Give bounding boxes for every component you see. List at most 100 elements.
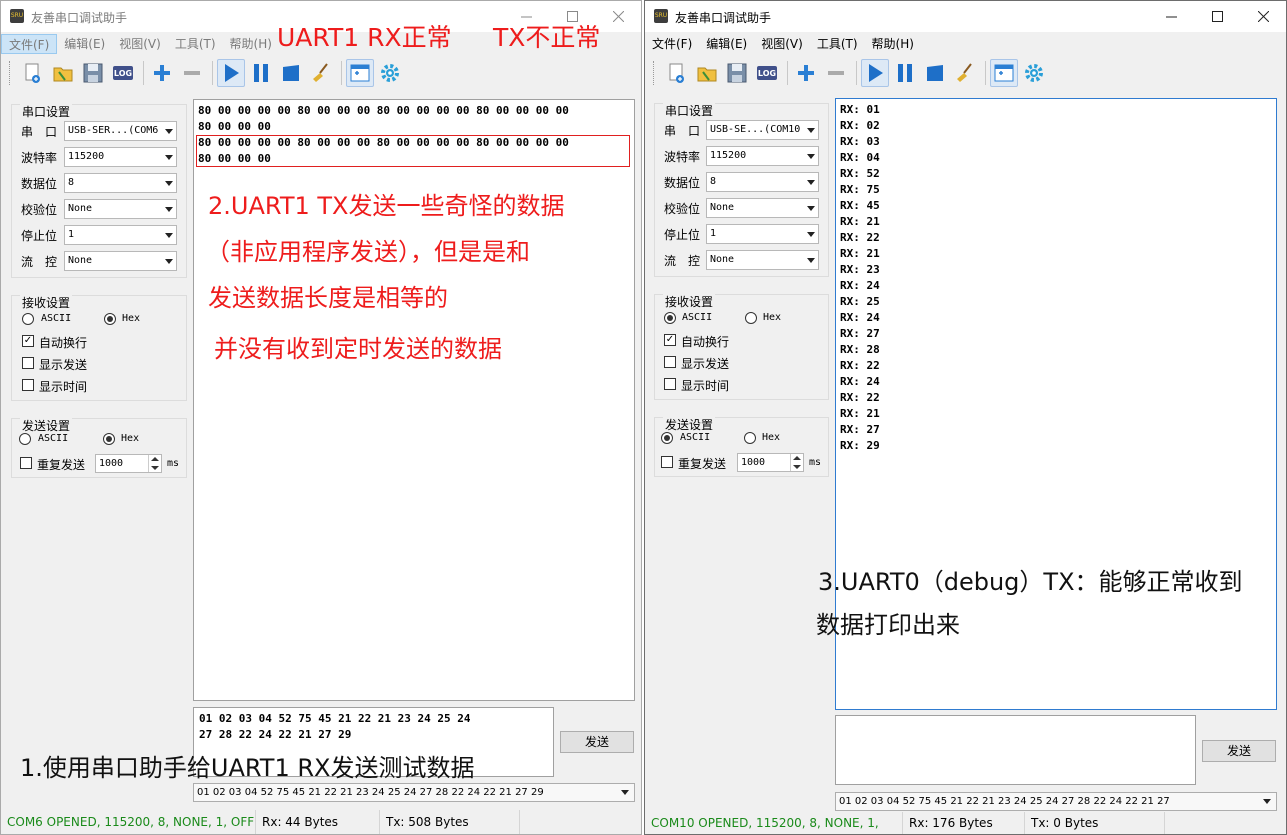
status-bar: COM6 OPENED, 115200, 8, NONE, 1, OFF Rx:… <box>1 810 641 834</box>
history-select[interactable]: 01 02 03 04 52 75 45 21 22 21 23 24 25 2… <box>835 792 1277 811</box>
plus-icon[interactable] <box>148 59 176 87</box>
send-button[interactable]: 发送 <box>560 731 634 753</box>
rx-line: RX: 21 <box>840 247 880 260</box>
left-serial-window: SRU 友善串口调试助手 文件(F) 编辑(E) 视图(V) 工具(T) 帮助(… <box>0 0 642 835</box>
log-icon[interactable]: LOG <box>753 59 781 87</box>
rx-line: RX: 27 <box>840 423 880 436</box>
flow-select[interactable]: None <box>64 251 177 271</box>
toolbar: LOG <box>1 56 641 90</box>
layout-icon[interactable] <box>990 59 1018 87</box>
autowrap-checkbox[interactable]: ✓ <box>664 334 676 346</box>
history-value: 01 02 03 04 52 75 45 21 22 21 23 24 25 2… <box>197 787 544 798</box>
databits-select[interactable]: 8 <box>706 172 819 192</box>
baud-select[interactable]: 115200 <box>706 146 819 166</box>
rx-count: Rx: 176 Bytes <box>903 812 1025 834</box>
rx-line: RX: 21 <box>840 215 880 228</box>
menu-view[interactable]: 视图(V) <box>112 34 168 54</box>
plus-icon[interactable] <box>792 59 820 87</box>
new-file-icon[interactable] <box>663 59 691 87</box>
menu-file[interactable]: 文件(F) <box>1 34 58 54</box>
minus-icon[interactable] <box>178 59 206 87</box>
tx-count: Tx: 0 Bytes <box>1025 812 1165 834</box>
menu-tools[interactable]: 工具(T) <box>810 34 865 54</box>
repeat-send-label: 重复发送 <box>678 457 727 471</box>
port-select[interactable]: USB-SE...(COM10 <box>706 120 819 140</box>
recv-hex-label: Hex <box>122 313 141 324</box>
open-folder-icon[interactable] <box>693 59 721 87</box>
menu-edit[interactable]: 编辑(E) <box>699 34 754 54</box>
close-button[interactable] <box>1240 1 1286 32</box>
stopbits-select[interactable]: 1 <box>706 224 819 244</box>
stop-icon[interactable] <box>277 59 305 87</box>
menu-tools[interactable]: 工具(T) <box>168 34 223 54</box>
stop-icon[interactable] <box>921 59 949 87</box>
show-send-checkbox[interactable] <box>664 356 676 368</box>
interval-spinbox[interactable]: 1000 <box>95 454 162 473</box>
stopbits-select[interactable]: 1 <box>64 225 177 245</box>
annotation-note2-line3: 发送数据长度是相等的 <box>208 284 448 312</box>
group-title: 发送设置 <box>20 417 73 434</box>
settings-gear-icon[interactable] <box>376 59 404 87</box>
save-icon[interactable] <box>79 59 107 87</box>
play-icon[interactable] <box>861 59 889 87</box>
close-button[interactable] <box>595 1 641 32</box>
menu-file[interactable]: 文件(F) <box>645 34 699 54</box>
recv-ascii-radio[interactable] <box>22 313 34 325</box>
minus-icon[interactable] <box>822 59 850 87</box>
repeat-send-checkbox[interactable] <box>661 456 673 468</box>
port-select[interactable]: USB-SER...(COM6 <box>64 121 177 141</box>
history-value: 01 02 03 04 52 75 45 21 22 21 23 24 25 2… <box>839 796 1170 807</box>
pause-icon[interactable] <box>891 59 919 87</box>
title-bar[interactable]: SRU 友善串口调试助手 <box>645 1 1286 32</box>
send-hex-radio[interactable] <box>103 433 115 445</box>
layout-icon[interactable] <box>346 59 374 87</box>
show-send-checkbox[interactable] <box>22 357 34 369</box>
history-select[interactable]: 01 02 03 04 52 75 45 21 22 21 23 24 25 2… <box>193 783 635 802</box>
rx-line: RX: 75 <box>840 183 880 196</box>
rx-line: RX: 28 <box>840 343 880 356</box>
rx-count: Rx: 44 Bytes <box>256 810 380 834</box>
recv-hex-radio[interactable] <box>104 313 116 325</box>
repeat-send-checkbox[interactable] <box>20 457 32 469</box>
menu-view[interactable]: 视图(V) <box>754 34 810 54</box>
toolbar-grip <box>9 61 13 85</box>
broom-icon[interactable] <box>307 59 335 87</box>
play-icon[interactable] <box>217 59 245 87</box>
rx-line: RX: 02 <box>840 119 880 132</box>
send-content: 01 02 03 04 52 75 45 21 22 21 23 24 25 2… <box>194 708 553 746</box>
flow-select[interactable]: None <box>706 250 819 270</box>
send-hex-radio[interactable] <box>744 432 756 444</box>
stopbits-label: 停止位 <box>664 228 701 242</box>
flow-value: None <box>68 255 93 266</box>
parity-select[interactable]: None <box>64 199 177 219</box>
send-textarea[interactable] <box>835 715 1196 785</box>
menu-edit[interactable]: 编辑(E) <box>57 34 112 54</box>
stopbits-value: 1 <box>68 229 75 240</box>
send-button[interactable]: 发送 <box>1202 740 1276 762</box>
show-time-checkbox[interactable] <box>664 378 676 390</box>
send-ascii-radio[interactable] <box>661 432 673 444</box>
show-time-checkbox[interactable] <box>22 379 34 391</box>
open-folder-icon[interactable] <box>49 59 77 87</box>
send-ascii-radio[interactable] <box>19 433 31 445</box>
settings-gear-icon[interactable] <box>1020 59 1048 87</box>
pause-icon[interactable] <box>247 59 275 87</box>
recv-ascii-radio[interactable] <box>664 312 676 324</box>
broom-icon[interactable] <box>951 59 979 87</box>
minimize-button[interactable] <box>1148 1 1194 32</box>
interval-value: 1000 <box>99 458 124 469</box>
baud-select[interactable]: 115200 <box>64 147 177 167</box>
parity-label: 校验位 <box>21 203 58 217</box>
databits-select[interactable]: 8 <box>64 173 177 193</box>
recv-hex-radio[interactable] <box>745 312 757 324</box>
new-file-icon[interactable] <box>19 59 47 87</box>
log-icon[interactable]: LOG <box>109 59 137 87</box>
maximize-button[interactable] <box>1194 1 1240 32</box>
menu-help[interactable]: 帮助(H) <box>865 34 921 54</box>
interval-spinbox[interactable]: 1000 <box>737 453 804 472</box>
menu-help[interactable]: 帮助(H) <box>223 34 279 54</box>
annotation-note3-line2: 数据打印出来 <box>816 611 960 639</box>
parity-select[interactable]: None <box>706 198 819 218</box>
autowrap-checkbox[interactable]: ✓ <box>22 335 34 347</box>
save-icon[interactable] <box>723 59 751 87</box>
